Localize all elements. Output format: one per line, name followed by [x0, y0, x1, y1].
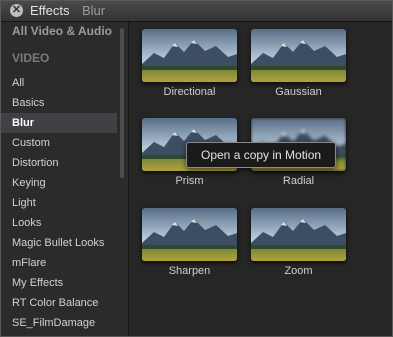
sidebar-item-blur[interactable]: Blur — [1, 113, 117, 133]
effect-thumbnail — [251, 208, 346, 261]
effect-label: Gaussian — [275, 86, 322, 98]
effect-label: Sharpen — [168, 265, 211, 277]
sidebar-item-all-video-audio[interactable]: All Video & Audio — [12, 24, 112, 38]
sidebar-item-all[interactable]: All — [1, 73, 117, 93]
sidebar-item-light[interactable]: Light — [1, 193, 117, 213]
section-header-video: VIDEO — [12, 51, 50, 65]
sidebar-item-keying[interactable]: Keying — [1, 173, 117, 193]
sidebar-item-distortion[interactable]: Distortion — [1, 153, 117, 173]
window-title: Effects — [30, 3, 70, 18]
effect-thumbnail — [142, 29, 237, 82]
sidebar-item-my-effects[interactable]: My Effects — [1, 273, 117, 293]
effects-window: ✕ Effects Blur All Video & Audio VIDEO A… — [0, 0, 393, 337]
title-bar: ✕ Effects Blur — [1, 1, 392, 22]
effect-label: Directional — [163, 86, 216, 98]
window-subtitle: Blur — [82, 3, 106, 18]
sidebar-item-mflare[interactable]: mFlare — [1, 253, 117, 273]
sidebar-item-looks[interactable]: Looks — [1, 213, 117, 233]
effect-thumbnail — [251, 29, 346, 82]
effect-label: Radial — [282, 175, 315, 187]
effect-thumbnail — [142, 208, 237, 261]
sidebar-item-custom[interactable]: Custom — [1, 133, 117, 153]
tooltip: Open a copy in Motion — [186, 142, 337, 168]
sidebar-item-rt-color-balance[interactable]: RT Color Balance — [1, 293, 117, 313]
sidebar-item-se-filmdamage[interactable]: SE_FilmDamage — [1, 313, 117, 333]
close-icon[interactable]: ✕ — [10, 4, 23, 17]
effect-label: Zoom — [284, 265, 313, 277]
sidebar-scrollbar[interactable] — [120, 28, 124, 178]
sidebar-item-basics[interactable]: Basics — [1, 93, 117, 113]
sidebar-item-magic-bullet-looks[interactable]: Magic Bullet Looks — [1, 233, 117, 253]
effect-label: Prism — [175, 175, 204, 187]
category-sidebar: All Video & Audio VIDEO All Basics Blur Cus… — [1, 22, 129, 336]
